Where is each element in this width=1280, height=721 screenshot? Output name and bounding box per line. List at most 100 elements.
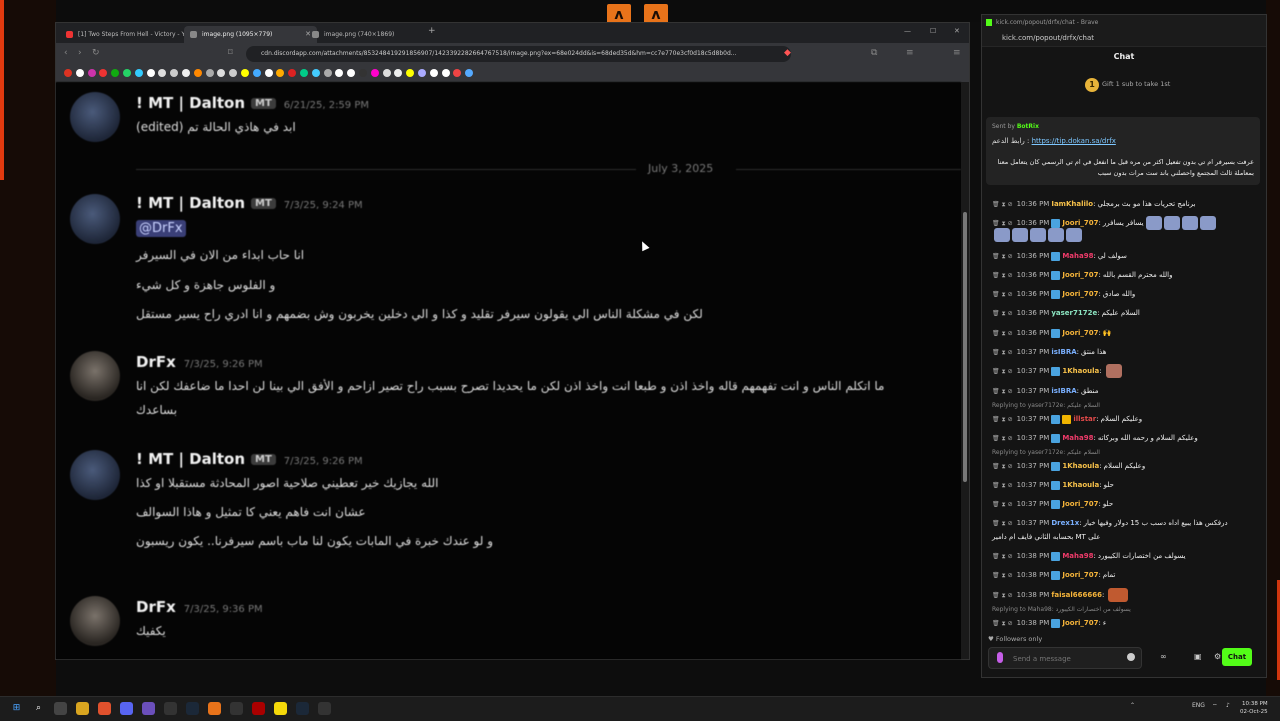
chat-username[interactable]: Maha98 bbox=[1062, 434, 1093, 442]
bookmark-icon[interactable] bbox=[429, 69, 438, 77]
chat-username[interactable]: Joori_707 bbox=[1062, 329, 1098, 337]
bookmark-icon[interactable] bbox=[205, 69, 214, 77]
chat-username[interactable]: Joori_707 bbox=[1062, 571, 1098, 579]
mod-actions-icon[interactable]: 🗑 ⧗ ⊘ bbox=[992, 253, 1013, 260]
bookmark-icon[interactable] bbox=[418, 69, 426, 77]
app-icon[interactable] bbox=[164, 702, 177, 715]
bookmark-icon[interactable] bbox=[311, 69, 320, 77]
bookmark-icon[interactable] bbox=[217, 69, 226, 77]
wifi-icon[interactable]: ⌔ bbox=[1212, 702, 1218, 710]
app-icon[interactable] bbox=[318, 702, 331, 715]
bookmark-icon[interactable] bbox=[370, 69, 379, 77]
back-icon[interactable]: ‹ bbox=[64, 48, 68, 58]
mod-actions-icon[interactable]: 🗑 ⧗ ⊘ bbox=[992, 368, 1013, 375]
vertical-scrollbar[interactable] bbox=[961, 82, 969, 659]
bookmark-icon[interactable] bbox=[241, 69, 249, 77]
chat-message[interactable]: 🗑 ⧗ ⊘ 10:36 PM Maha98: سولف لي bbox=[992, 249, 1127, 263]
gear-icon[interactable]: ⚙ bbox=[1214, 652, 1221, 661]
bookmark-icon[interactable] bbox=[123, 69, 131, 77]
extensions-icon[interactable]: ⧉ bbox=[871, 48, 877, 58]
new-tab-icon[interactable]: + bbox=[428, 26, 436, 36]
mod-actions-icon[interactable]: 🗑 ⧗ ⊘ bbox=[992, 272, 1013, 279]
bookmark-icon[interactable] bbox=[64, 69, 72, 77]
close-window-icon[interactable]: ✕ bbox=[954, 27, 960, 35]
chat-message[interactable]: 🗑 ⧗ ⊘ 10:37 PM isIBRA: منطق bbox=[992, 384, 1098, 398]
chat-message[interactable]: 🗑 ⧗ ⊘ 10:36 PM yaser7172e: السلام عليكم bbox=[992, 306, 1140, 320]
bookmark-icon[interactable] bbox=[146, 69, 155, 77]
chat-username[interactable]: Joori_707 bbox=[1062, 290, 1098, 298]
file-explorer-icon[interactable] bbox=[76, 702, 89, 715]
chat-username[interactable]: isIBRA bbox=[1051, 348, 1076, 356]
mod-actions-icon[interactable]: 🗑 ⧗ ⊘ bbox=[992, 463, 1013, 470]
discord-icon[interactable] bbox=[120, 702, 133, 715]
mod-actions-icon[interactable]: 🗑 ⧗ ⊘ bbox=[992, 388, 1013, 395]
bookmark-icon[interactable] bbox=[99, 69, 108, 77]
forward-icon[interactable]: › bbox=[78, 48, 82, 58]
bookmark-icon[interactable] bbox=[75, 69, 84, 77]
chat-message[interactable]: 🗑 ⧗ ⊘ 10:36 PM Joori_707: والله صادق bbox=[992, 287, 1135, 301]
bookmark-icon[interactable] bbox=[134, 69, 143, 77]
app-icon[interactable] bbox=[208, 702, 221, 715]
chat-message[interactable]: 🗑 ⧗ ⊘ 10:37 PM Drex1x: درفكس هذا يبيع اداه … bbox=[992, 516, 1228, 530]
bookmark-icon[interactable] bbox=[182, 69, 190, 77]
steam-icon[interactable] bbox=[186, 702, 199, 715]
chat-username[interactable]: Maha98 bbox=[1062, 252, 1093, 260]
chat-username[interactable]: isIBRA bbox=[1051, 387, 1076, 395]
chat-message[interactable]: 🗑 ⧗ ⊘ 10:37 PM 1Khaoula: حلو bbox=[992, 478, 1114, 492]
mod-actions-icon[interactable]: 🗑 ⧗ ⊘ bbox=[992, 520, 1013, 527]
chat-username[interactable]: faisal666666 bbox=[1051, 591, 1102, 599]
scrollbar-thumb[interactable] bbox=[963, 212, 967, 482]
bookmark-icon[interactable] bbox=[288, 69, 297, 77]
mod-actions-icon[interactable]: 🗑 ⧗ ⊘ bbox=[992, 291, 1013, 298]
mod-actions-icon[interactable]: 🗑 ⧗ ⊘ bbox=[992, 572, 1013, 579]
bookmark-icon[interactable] bbox=[347, 69, 356, 77]
notes-icon[interactable] bbox=[274, 702, 287, 715]
bookmark-icon[interactable] bbox=[193, 69, 202, 77]
brave-icon[interactable] bbox=[98, 702, 111, 715]
chat-message[interactable]: 🗑 ⧗ ⊘ 10:37 PM Maha98: وعليكم السلام و رحمه… bbox=[992, 431, 1198, 445]
bookmark-icon[interactable] bbox=[453, 69, 462, 77]
volume-icon[interactable]: ♪ bbox=[1226, 702, 1230, 709]
gift-sub-banner[interactable]: 1 Gift 1 sub to take 1st bbox=[982, 67, 1266, 103]
bookmark-icon[interactable] bbox=[87, 69, 96, 77]
mod-actions-icon[interactable]: 🗑 ⧗ ⊘ bbox=[992, 592, 1013, 599]
bookmark-icon[interactable] bbox=[111, 69, 120, 77]
chat-message[interactable]: 🗑 ⧗ ⊘ 10:36 PM Joori_707: 🙌 bbox=[992, 326, 1112, 340]
chat-username[interactable]: IamKhalilo bbox=[1051, 200, 1093, 208]
chat-username[interactable]: 1Khaoula bbox=[1062, 462, 1099, 470]
bookmark-icon[interactable] bbox=[335, 69, 344, 77]
task-view-icon[interactable] bbox=[54, 702, 67, 715]
tray-chevron-icon[interactable]: ⌃ bbox=[1130, 702, 1135, 709]
chat-message[interactable]: 🗑 ⧗ ⊘ 10:37 PM illstar: وعليكم السلام bbox=[992, 412, 1142, 426]
bookmark-icon[interactable] bbox=[394, 69, 403, 77]
chat-message[interactable]: 🗑 ⧗ ⊘ 10:38 PM Joori_707: تمام bbox=[992, 568, 1115, 582]
tab-image-2[interactable]: image.png (740×1869) bbox=[306, 26, 439, 43]
reload-icon[interactable]: ↻ bbox=[92, 48, 100, 58]
app-icon[interactable] bbox=[252, 702, 265, 715]
mod-actions-icon[interactable]: 🗑 ⧗ ⊘ bbox=[992, 330, 1013, 337]
bookmark-icon[interactable] bbox=[276, 69, 285, 77]
chat-username[interactable]: Drex1x bbox=[1051, 519, 1079, 527]
chat-message[interactable]: 🗑 ⧗ ⊘ 10:37 PM 1Khaoula: bbox=[992, 364, 1122, 378]
bookmark-icon[interactable] bbox=[170, 69, 179, 77]
chat-message[interactable]: 🗑 ⧗ ⊘ 10:37 PM isIBRA: هذا منتق bbox=[992, 345, 1106, 359]
chat-address-bar[interactable]: kick.com/popout/drfx/chat bbox=[982, 30, 1266, 47]
bookmark-icon[interactable]: ⌑ bbox=[228, 48, 233, 58]
mod-actions-icon[interactable]: 🗑 ⧗ ⊘ bbox=[992, 201, 1013, 208]
bookmark-icon[interactable] bbox=[441, 69, 450, 77]
bookmark-icon[interactable] bbox=[264, 69, 273, 77]
bookmark-icon[interactable] bbox=[465, 69, 474, 77]
tip-link[interactable]: https://tip.dokan.sa/drfx bbox=[1032, 137, 1116, 145]
chat-message[interactable]: 🗑 ⧗ ⊘ 10:37 PM 1Khaoula: وعليكم السلام bbox=[992, 459, 1145, 473]
bookmark-icon[interactable] bbox=[382, 69, 391, 77]
mod-actions-icon[interactable]: 🗑 ⧗ ⊘ bbox=[992, 482, 1013, 489]
emotes-icon[interactable]: ∞ bbox=[1160, 652, 1167, 661]
start-icon[interactable]: ⊞ bbox=[10, 702, 23, 715]
chat-username[interactable]: Maha98 bbox=[1062, 552, 1093, 560]
bookmark-icon[interactable] bbox=[252, 69, 261, 77]
brave-shield-icon[interactable]: ◆ bbox=[784, 48, 791, 58]
chat-username[interactable]: illstar bbox=[1073, 415, 1096, 423]
mod-actions-icon[interactable]: 🗑 ⧗ ⊘ bbox=[992, 310, 1013, 317]
mod-actions-icon[interactable]: 🗑 ⧗ ⊘ bbox=[992, 501, 1013, 508]
maximize-icon[interactable]: ☐ bbox=[930, 27, 936, 35]
